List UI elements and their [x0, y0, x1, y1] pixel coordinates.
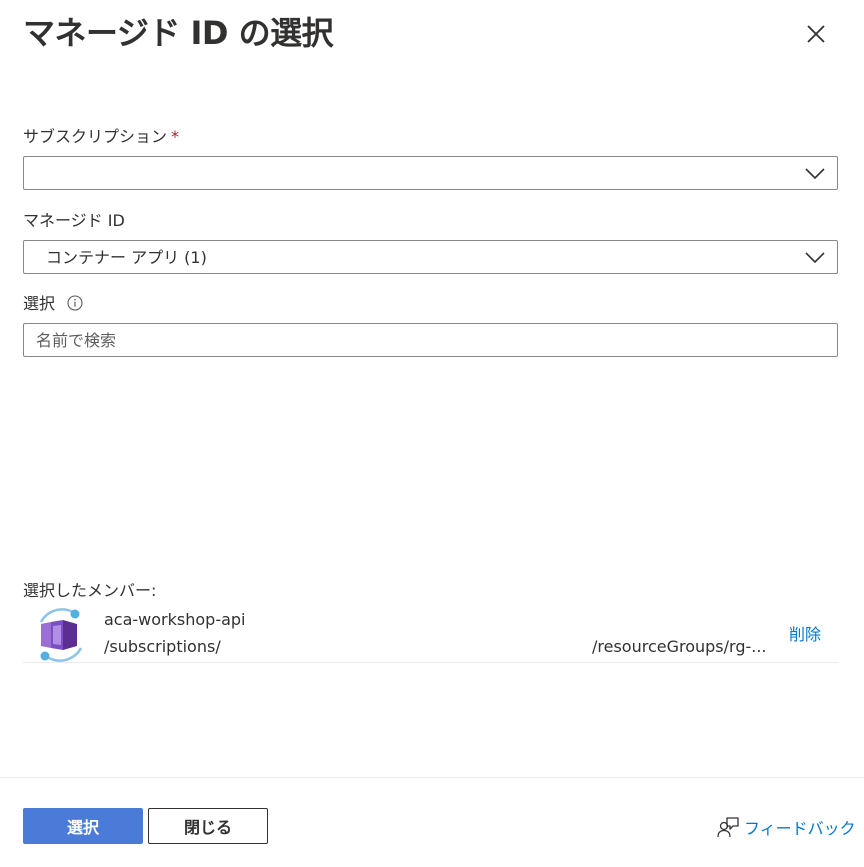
required-marker: *	[171, 127, 180, 146]
managed-id-value: コンテナー アプリ (1)	[46, 248, 207, 267]
select-label: 選択	[23, 293, 83, 315]
feedback-link[interactable]: フィードバック	[716, 814, 856, 840]
subscription-label-text: サブスクリプション	[23, 127, 168, 146]
chevron-down-icon	[805, 168, 825, 180]
select-label-text: 選択	[23, 294, 56, 313]
member-resource-group: /resourceGroups/rg-...	[592, 637, 767, 656]
container-app-icon	[39, 608, 83, 662]
feedback-icon	[717, 817, 739, 838]
selected-members-label: 選択したメンバー:	[23, 581, 157, 600]
chevron-down-icon	[805, 252, 825, 264]
panel-title: マネージド ID の選択	[23, 14, 334, 52]
managed-id-label: マネージド ID	[23, 211, 125, 230]
managed-id-dropdown[interactable]: コンテナー アプリ (1)	[23, 240, 838, 274]
search-input[interactable]	[36, 325, 816, 355]
search-field[interactable]	[23, 323, 838, 357]
subscription-dropdown[interactable]	[23, 156, 838, 190]
subscription-label: サブスクリプション *	[23, 126, 179, 148]
member-name: aca-workshop-api	[104, 610, 246, 629]
remove-member-link[interactable]: 削除	[789, 624, 821, 646]
member-row: aca-workshop-api /subscriptions/ /resour…	[23, 604, 839, 663]
footer-divider	[0, 777, 864, 778]
close-button[interactable]	[800, 18, 832, 50]
info-icon[interactable]	[67, 295, 83, 311]
feedback-label: フィードバック	[744, 819, 856, 838]
select-button[interactable]: 選択	[23, 808, 143, 844]
member-path: /subscriptions/	[104, 637, 221, 656]
close-panel-button[interactable]: 閉じる	[148, 808, 268, 844]
close-icon	[807, 25, 825, 43]
